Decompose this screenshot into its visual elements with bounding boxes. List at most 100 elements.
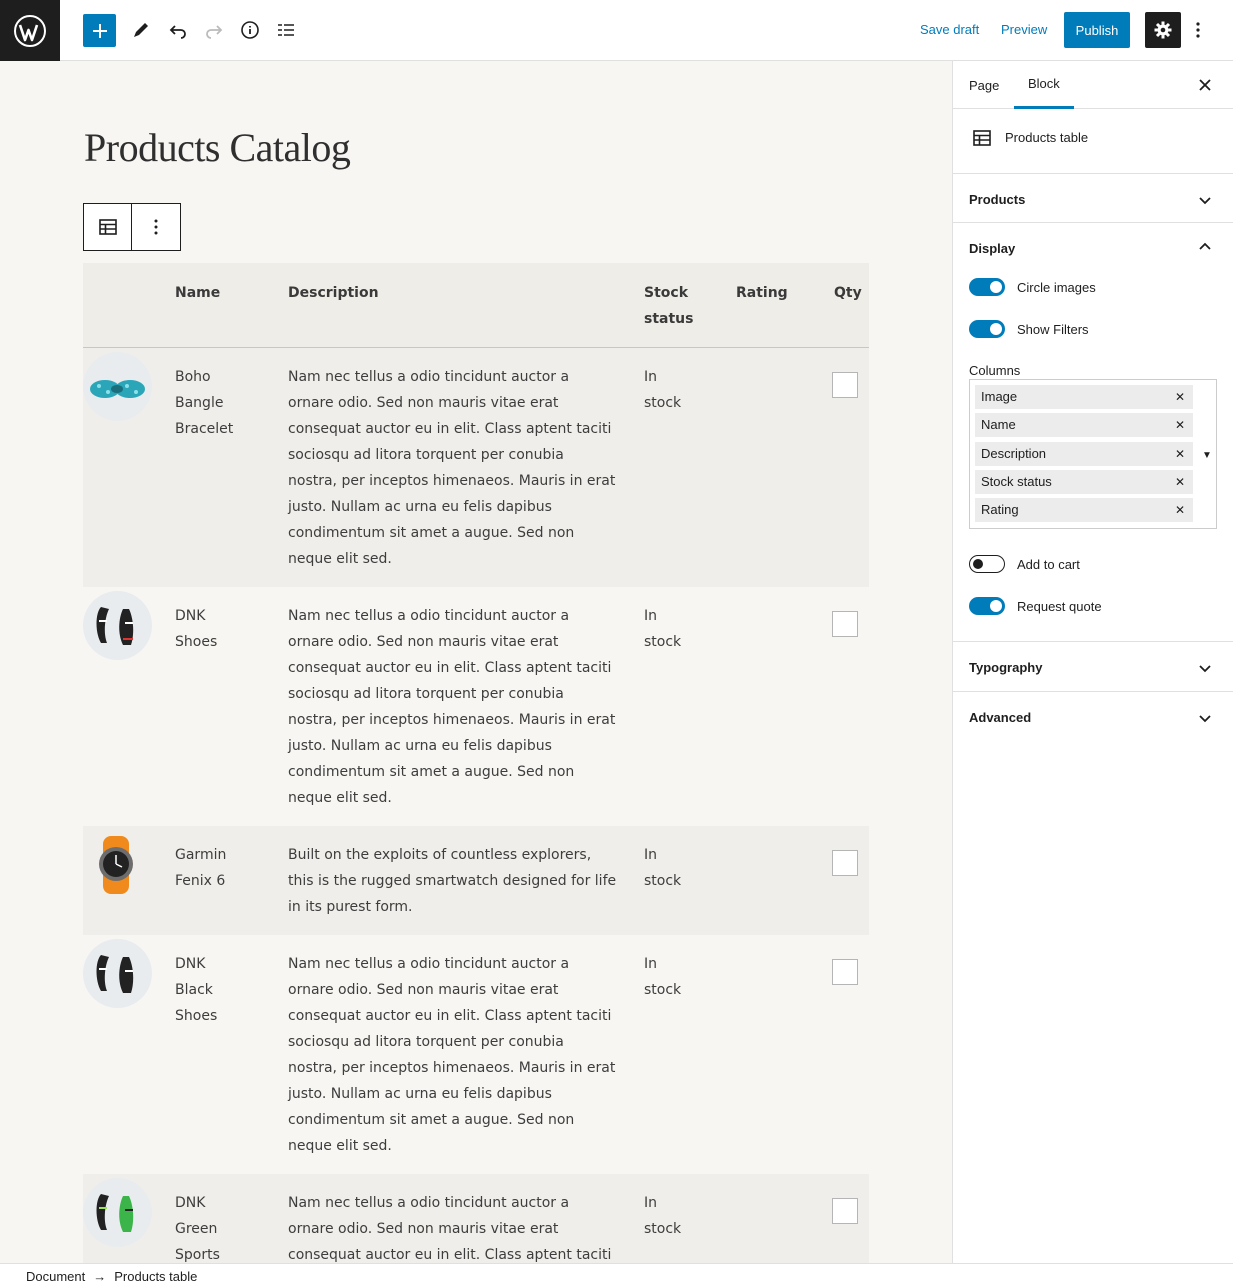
table-row: Boho Bangle Bracelet Nam nec tellus a od… [83, 348, 869, 587]
product-image[interactable] [83, 352, 152, 421]
product-name[interactable]: Garmin Fenix 6 [175, 842, 226, 894]
panel-title[interactable]: Display [969, 241, 1015, 256]
stock-line: stock [644, 1221, 682, 1237]
undo-button[interactable] [161, 12, 195, 48]
wordpress-logo-button[interactable] [0, 0, 60, 61]
show-filters-toggle[interactable] [969, 320, 1005, 338]
add-block-button[interactable] [83, 14, 116, 47]
details-button[interactable] [233, 12, 267, 48]
column-header-rating[interactable]: Rating [736, 280, 788, 306]
page-title[interactable]: Products Catalog [84, 124, 351, 171]
quantity-checkbox[interactable] [832, 372, 858, 398]
tab-page[interactable]: Page [969, 61, 999, 109]
stock-line: stock [644, 634, 682, 650]
chevron-up-icon[interactable] [1197, 239, 1213, 255]
table-row: DNK Black Shoes Nam nec tellus a odio ti… [83, 935, 869, 1174]
chip-label: Description [981, 446, 1047, 461]
close-sidebar-button[interactable] [1193, 73, 1217, 97]
chevron-down-icon [1199, 197, 1211, 205]
product-description: Nam nec tellus a odio tincidunt auctor a… [288, 603, 615, 811]
panel-products[interactable]: Products [953, 174, 1233, 223]
desc-line: ornare odio. Sed non mauris vitae erat [288, 634, 559, 650]
add-to-cart-toggle[interactable] [969, 555, 1005, 573]
name-line: DNK [175, 608, 206, 624]
chip-label: Rating [981, 502, 1019, 517]
settings-button[interactable] [1145, 12, 1181, 48]
quantity-checkbox[interactable] [832, 1198, 858, 1224]
product-image[interactable] [83, 591, 152, 660]
editor-header: Save draft Preview Publish [0, 0, 1233, 61]
tools-button[interactable] [124, 12, 158, 48]
desc-line: neque elit sed. [288, 551, 392, 567]
product-description: Built on the exploits of countless explo… [288, 842, 616, 920]
product-name[interactable]: DNK Black Shoes [175, 951, 217, 1029]
circle-images-toggle[interactable] [969, 278, 1005, 296]
product-name[interactable]: Boho Bangle Bracelet [175, 364, 233, 442]
column-header-description[interactable]: Description [288, 280, 379, 306]
block-options-button[interactable] [132, 204, 180, 250]
desc-line: nostra, per inceptos himenaeos. Mauris i… [288, 712, 616, 728]
plus-icon [92, 23, 107, 38]
chevron-down-icon [1199, 715, 1211, 723]
black-sneakers-image [96, 955, 134, 993]
desc-line: ornare odio. Sed non mauris vitae erat [288, 1221, 559, 1237]
name-line: DNK [175, 1195, 206, 1211]
tab-block[interactable]: Block [1014, 61, 1074, 109]
remove-icon[interactable]: ✕ [1175, 442, 1185, 466]
product-image[interactable] [83, 830, 152, 899]
gear-icon [1154, 21, 1172, 39]
panel-title: Typography [969, 660, 1043, 675]
desc-line: sociosqu ad litora torquent per conubia [288, 447, 564, 463]
remove-icon[interactable]: ✕ [1175, 470, 1185, 494]
product-description: Nam nec tellus a odio tincidunt auctor a… [288, 951, 615, 1159]
panel-typography[interactable]: Typography [953, 642, 1233, 692]
column-header-qty[interactable]: Qty [834, 280, 862, 306]
request-quote-toggle[interactable] [969, 597, 1005, 615]
product-image[interactable] [83, 1178, 152, 1247]
name-line: Shoes [175, 1008, 218, 1024]
dropdown-arrow-icon[interactable]: ▼ [1202, 450, 1212, 461]
quantity-checkbox[interactable] [832, 611, 858, 637]
remove-icon[interactable]: ✕ [1175, 498, 1185, 522]
columns-multiselect[interactable]: Image ✕ Name ✕ Description ✕ Stock status ✕ … [969, 379, 1217, 529]
desc-line: ornare odio. Sed non mauris vitae erat [288, 982, 559, 998]
panel-advanced[interactable]: Advanced [953, 692, 1233, 742]
column-header-name[interactable]: Name [175, 280, 220, 306]
list-view-button[interactable] [269, 12, 303, 48]
chip-label: Image [981, 389, 1018, 404]
product-name[interactable]: DNK Green Sports [175, 1190, 220, 1263]
product-image[interactable] [83, 939, 152, 1008]
bracelet-image [90, 380, 145, 398]
header-stock-line: status [644, 311, 694, 327]
preview-button[interactable]: Preview [1001, 22, 1047, 37]
quantity-checkbox[interactable] [832, 850, 858, 876]
desc-line: in its purest form. [288, 899, 413, 915]
block-type-button[interactable] [84, 204, 132, 250]
options-menu-button[interactable] [1183, 12, 1213, 48]
pencil-icon [134, 23, 148, 37]
desc-line: Nam nec tellus a odio tincidunt auctor a [288, 608, 570, 624]
publish-button[interactable]: Publish [1064, 12, 1130, 48]
stock-status: In stock [644, 1190, 681, 1242]
save-draft-button[interactable]: Save draft [920, 22, 979, 37]
remove-icon[interactable]: ✕ [1175, 413, 1185, 437]
remove-icon[interactable]: ✕ [1175, 385, 1185, 409]
redo-button[interactable] [197, 12, 231, 48]
name-line: Fenix 6 [175, 873, 226, 889]
breadcrumb-document[interactable]: Document [26, 1269, 85, 1284]
editor-canvas: Products Catalog Name Description Stock … [0, 61, 952, 1263]
desc-line: nostra, per inceptos himenaeos. Mauris i… [288, 473, 616, 489]
column-header-stock-status[interactable]: Stock status [644, 280, 693, 332]
quantity-checkbox[interactable] [832, 959, 858, 985]
more-vertical-icon [154, 219, 158, 235]
column-chip: Description ✕ [975, 442, 1193, 466]
desc-line: neque elit sed. [288, 1138, 392, 1154]
name-line: DNK [175, 956, 206, 972]
product-name[interactable]: DNK Shoes [175, 603, 217, 655]
desc-line: sociosqu ad litora torquent per conubia [288, 686, 564, 702]
stock-status: In stock [644, 951, 681, 1003]
name-line: Sports [175, 1247, 220, 1263]
desc-line: nostra, per inceptos himenaeos. Mauris i… [288, 1060, 616, 1076]
sidebar-tabs: Page Block [953, 61, 1233, 109]
breadcrumb-products-table[interactable]: Products table [114, 1269, 197, 1284]
